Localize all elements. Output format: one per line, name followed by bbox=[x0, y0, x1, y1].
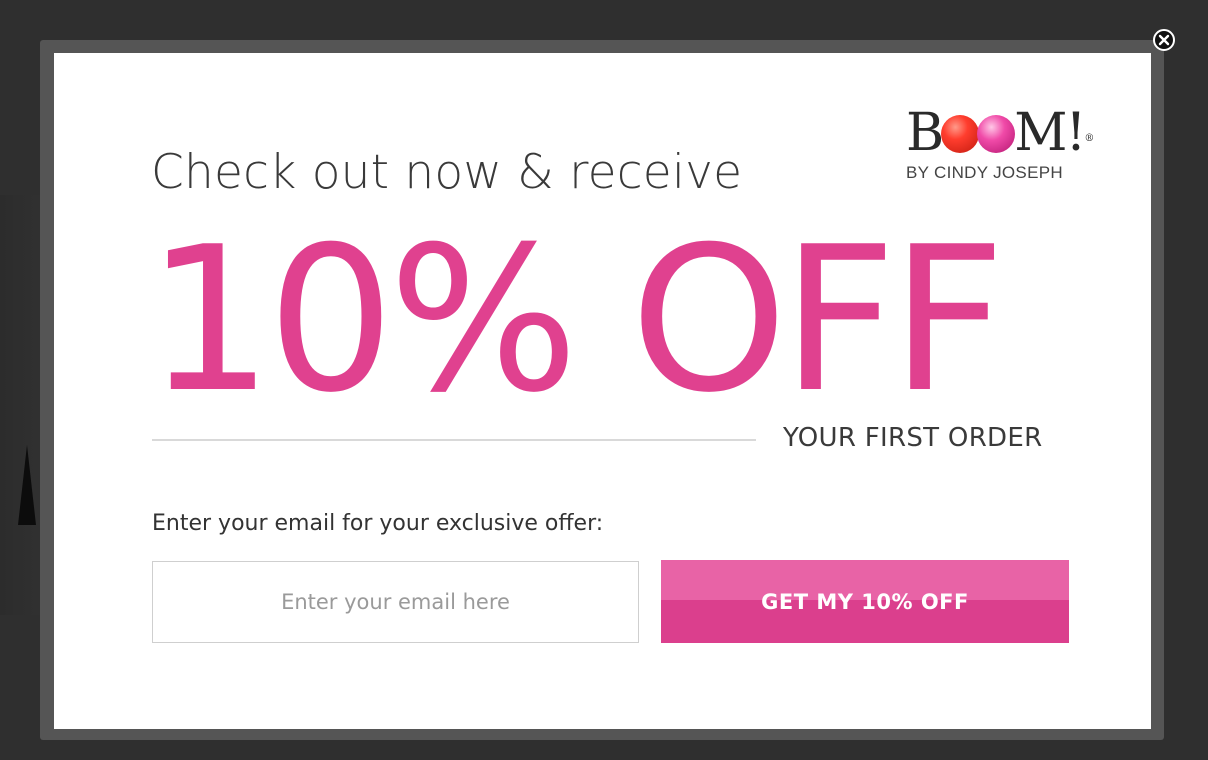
offer-subhead: YOUR FIRST ORDER bbox=[783, 423, 1043, 453]
popup-headline: Check out now & receive bbox=[151, 145, 743, 200]
email-input[interactable] bbox=[152, 561, 639, 643]
logo-tagline: BY CINDY JOSEPH bbox=[906, 163, 1063, 182]
brand-logo: B M!® BY CINDY JOSEPH bbox=[906, 105, 1096, 185]
pink-ball-icon bbox=[977, 115, 1016, 153]
close-icon[interactable] bbox=[1153, 29, 1175, 51]
logo-wordmark: B M!® bbox=[906, 103, 1094, 167]
close-x-glyph bbox=[1158, 34, 1170, 46]
registered-mark-icon: ® bbox=[1084, 133, 1094, 144]
get-discount-button[interactable]: GET MY 10% OFF bbox=[661, 560, 1069, 643]
discount-popup: B M!® BY CINDY JOSEPH Check out now & rec… bbox=[54, 53, 1151, 729]
discount-amount: 10% OFF bbox=[146, 204, 1006, 437]
red-ball-icon bbox=[941, 115, 980, 153]
background-page-shape bbox=[18, 445, 36, 525]
email-prompt: Enter your email for your exclusive offe… bbox=[152, 511, 604, 536]
divider-line bbox=[152, 439, 756, 441]
logo-letter-b: B bbox=[906, 103, 944, 163]
logo-letters-m: M! bbox=[1014, 103, 1086, 163]
